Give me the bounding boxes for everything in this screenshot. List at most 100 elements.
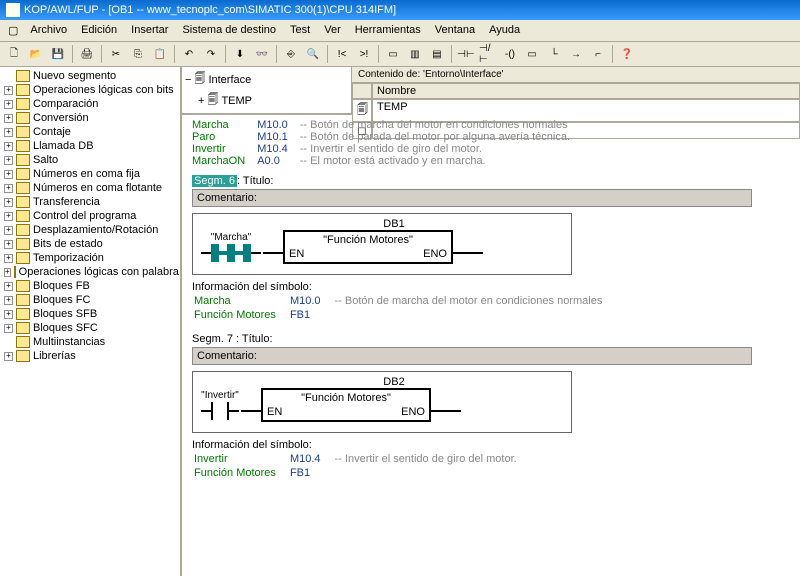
print-button[interactable]: 🖨 bbox=[77, 44, 97, 64]
catalog-item[interactable]: +Conversión bbox=[2, 111, 178, 125]
goto-button[interactable]: ⎆ bbox=[281, 44, 301, 64]
comment-box[interactable]: Comentario: bbox=[192, 347, 752, 365]
catalog-item[interactable]: +Bloques FC bbox=[2, 293, 178, 307]
var-addr: M10.0 bbox=[257, 119, 300, 131]
catalog-item[interactable]: +Operaciones lógicas con bits bbox=[2, 83, 178, 97]
contact-nc-button[interactable]: ⊣/⊢ bbox=[478, 44, 498, 64]
expand-icon[interactable]: + bbox=[4, 86, 13, 95]
folder-icon bbox=[16, 224, 30, 236]
new-button[interactable]: 🗋 bbox=[4, 44, 24, 64]
menu-test[interactable]: Test bbox=[284, 22, 316, 39]
catalog-item[interactable]: +Operaciones lógicas con palabra bbox=[2, 265, 178, 279]
expand-icon[interactable]: + bbox=[4, 114, 13, 123]
connection-button[interactable]: ⌐ bbox=[588, 44, 608, 64]
menu-ayuda[interactable]: Ayuda bbox=[483, 22, 526, 39]
catalog-item[interactable]: +Bloques SFC bbox=[2, 321, 178, 335]
menu-edicion[interactable]: Edición bbox=[75, 22, 123, 39]
view3-button[interactable]: ▤ bbox=[427, 44, 447, 64]
network-rung[interactable]: DB1 "Marcha" "Función Motores" ENENO bbox=[192, 213, 572, 275]
no-contact[interactable]: "Invertir" bbox=[201, 390, 239, 420]
expand-icon[interactable]: + bbox=[4, 212, 13, 221]
folder-icon bbox=[16, 210, 30, 222]
expand-icon[interactable]: + bbox=[4, 226, 13, 235]
expand-icon[interactable]: + bbox=[4, 156, 13, 165]
expand-icon[interactable]: + bbox=[4, 310, 13, 319]
folder-icon bbox=[16, 350, 30, 362]
window-control-icon[interactable]: ▢ bbox=[4, 22, 22, 39]
catalog-item[interactable]: +Contaje bbox=[2, 125, 178, 139]
menu-sistema[interactable]: Sistema de destino bbox=[176, 22, 282, 39]
menu-ver[interactable]: Ver bbox=[318, 22, 347, 39]
find-button[interactable]: 🔍 bbox=[303, 44, 323, 64]
expand-icon[interactable]: + bbox=[4, 142, 13, 151]
expand-icon[interactable]: + bbox=[4, 240, 13, 249]
fb-call-box[interactable]: "Función Motores" ENENO bbox=[261, 388, 431, 422]
menu-insertar[interactable]: Insertar bbox=[125, 22, 174, 39]
comment-box[interactable]: Comentario: bbox=[192, 189, 752, 207]
paste-button[interactable]: 📋 bbox=[150, 44, 170, 64]
col-icon-header bbox=[352, 83, 372, 99]
ladder-editor[interactable]: MarchaM10.0-- Botón de marcha del motor … bbox=[182, 115, 800, 576]
open-button[interactable]: 📂 bbox=[26, 44, 46, 64]
coil-button[interactable]: -() bbox=[500, 44, 520, 64]
expand-icon[interactable]: + bbox=[4, 296, 13, 305]
nav-next-button[interactable]: >! bbox=[354, 44, 374, 64]
contact-no-button[interactable]: ⊣⊢ bbox=[456, 44, 476, 64]
catalog-item[interactable]: Multiinstancias bbox=[2, 335, 178, 349]
catalog-item[interactable]: +Bloques FB bbox=[2, 279, 178, 293]
no-contact[interactable]: "Marcha" bbox=[201, 232, 261, 262]
expand-icon[interactable]: + bbox=[4, 184, 13, 193]
catalog-item[interactable]: +Llamada DB bbox=[2, 139, 178, 153]
catalog-item[interactable]: +Números en coma fija bbox=[2, 167, 178, 181]
expand-icon[interactable]: + bbox=[4, 324, 13, 333]
expand-icon[interactable]: + bbox=[4, 100, 13, 109]
catalog-item[interactable]: +Temporización bbox=[2, 251, 178, 265]
cut-button[interactable]: ✂ bbox=[106, 44, 126, 64]
menu-herramientas[interactable]: Herramientas bbox=[349, 22, 427, 39]
catalog-item[interactable]: +Transferencia bbox=[2, 195, 178, 209]
expand-icon[interactable]: + bbox=[4, 254, 13, 263]
expand-icon[interactable]: + bbox=[4, 352, 13, 361]
catalog-label: Bits de estado bbox=[33, 238, 103, 250]
folder-icon bbox=[16, 336, 30, 348]
menu-ventana[interactable]: Ventana bbox=[429, 22, 481, 39]
collapse-icon[interactable]: − bbox=[185, 74, 191, 86]
catalog-item[interactable]: +Números en coma flotante bbox=[2, 181, 178, 195]
catalog-item[interactable]: +Bloques SFB bbox=[2, 307, 178, 321]
undo-button[interactable]: ↶ bbox=[179, 44, 199, 64]
save-button[interactable]: 💾 bbox=[48, 44, 68, 64]
port-eno: ENO bbox=[423, 248, 447, 260]
expand-icon[interactable]: + bbox=[4, 170, 13, 179]
interface-tree[interactable]: −🗐Interface +🗐TEMP bbox=[182, 67, 352, 113]
branch-open-button[interactable]: └ bbox=[544, 44, 564, 64]
expand-icon[interactable]: + bbox=[4, 282, 13, 291]
expand-icon[interactable]: + bbox=[4, 268, 11, 277]
catalog-item[interactable]: + Bits de estado bbox=[2, 237, 178, 251]
box-button[interactable]: ▭ bbox=[522, 44, 542, 64]
monitor-button[interactable]: 👓 bbox=[252, 44, 272, 64]
catalog-item[interactable]: +Comparación bbox=[2, 97, 178, 111]
expand-icon[interactable]: + bbox=[4, 198, 13, 207]
redo-button[interactable]: ↷ bbox=[201, 44, 221, 64]
expand-icon[interactable]: + bbox=[4, 128, 13, 137]
catalog-item[interactable]: +Control del programa bbox=[2, 209, 178, 223]
download-button[interactable]: ⬇ bbox=[230, 44, 250, 64]
expand-icon[interactable]: + bbox=[198, 95, 204, 107]
element-catalog[interactable]: Nuevo segmento+Operaciones lógicas con b… bbox=[0, 67, 182, 576]
db-label: DB2 bbox=[309, 376, 479, 388]
sym-comment bbox=[335, 309, 615, 321]
view1-button[interactable]: ▭ bbox=[383, 44, 403, 64]
view2-button[interactable]: ▥ bbox=[405, 44, 425, 64]
catalog-item[interactable]: +Desplazamiento/Rotación bbox=[2, 223, 178, 237]
network-rung[interactable]: DB2 "Invertir" "Función Motores" ENENO bbox=[192, 371, 572, 433]
fb-call-box[interactable]: "Función Motores" ENENO bbox=[283, 230, 453, 264]
copy-button[interactable]: ⎘ bbox=[128, 44, 148, 64]
catalog-item[interactable]: +Salto bbox=[2, 153, 178, 167]
catalog-item[interactable]: Nuevo segmento bbox=[2, 69, 178, 83]
catalog-item[interactable]: +Librerías bbox=[2, 349, 178, 363]
separator bbox=[612, 45, 613, 63]
branch-close-button[interactable]: → bbox=[566, 44, 586, 64]
help-button[interactable]: ❓ bbox=[617, 44, 637, 64]
nav-prev-button[interactable]: !< bbox=[332, 44, 352, 64]
menu-archivo[interactable]: Archivo bbox=[24, 22, 73, 39]
